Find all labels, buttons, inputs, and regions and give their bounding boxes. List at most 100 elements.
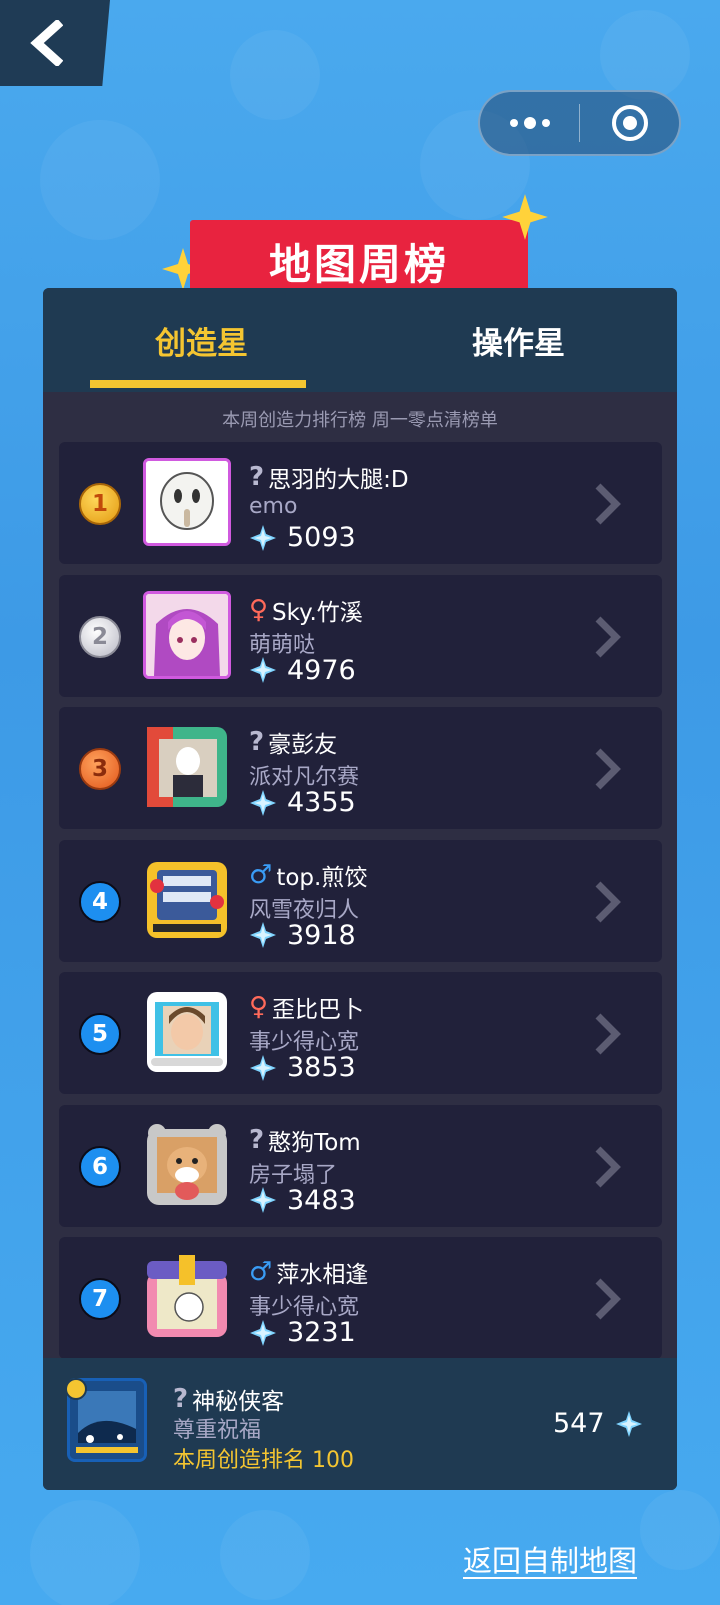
player-name: 豪彭友 — [268, 732, 338, 758]
rank-badge: 5 — [79, 1013, 121, 1055]
diamond-icon — [250, 922, 276, 948]
ranking-row[interactable]: 3 ? 豪彭友 派对凡尔赛 4355 — [59, 707, 662, 829]
target-circle-icon — [611, 105, 648, 141]
my-name-line: ? 神秘侠客 — [173, 1382, 284, 1416]
avatar — [143, 458, 231, 546]
avatar — [143, 1253, 231, 1341]
score: 5093 — [249, 522, 356, 553]
player-name: 歪比巴卜 — [272, 997, 365, 1023]
chevron-right-icon — [595, 616, 621, 657]
rank-badge: 6 — [79, 1145, 121, 1188]
back-button[interactable] — [0, 0, 110, 86]
player-name-line: ? 思羽的大腿:D — [249, 460, 409, 494]
shop-frame-avatar — [147, 1255, 227, 1337]
anime-girl-avatar — [146, 593, 228, 676]
score-value: 5093 — [287, 522, 356, 553]
score: 4976 — [249, 655, 356, 686]
player-name-line: ♀ 歪比巴卜 — [249, 990, 364, 1024]
ranking-row[interactable]: 4 ♂ top.煎饺 风雪夜归人 3918 — [59, 839, 662, 962]
player-name: 萍水相逢 — [276, 1262, 369, 1288]
leaderboard-panel: 创造星 操作星 本周创造力排行榜 周一零点清榜单 1 ? 思羽的大腿:D emo — [43, 288, 677, 1490]
my-name: 神秘侠客 — [192, 1389, 285, 1415]
gender-unknown-icon: ? — [173, 1384, 189, 1414]
score: 4355 — [249, 787, 356, 818]
player-name: 思羽的大腿:D — [268, 467, 409, 493]
player-name-line: ♂ top.煎饺 — [249, 858, 367, 892]
chevron-right-icon — [595, 748, 621, 790]
chevron-left-icon — [30, 20, 63, 66]
score: 3231 — [249, 1317, 356, 1348]
emoji-face-avatar — [146, 461, 228, 543]
ranking-row[interactable]: 2 ♀ Sky.竹溪 萌萌哒 4976 — [59, 574, 662, 697]
tv-frame-avatar — [147, 861, 227, 938]
score-value: 3231 — [287, 1317, 356, 1348]
rank-badge: 4 — [79, 880, 121, 923]
player-name: Sky.竹溪 — [272, 599, 363, 626]
star-right-icon — [502, 194, 548, 240]
rank-medal-silver: 2 — [79, 615, 121, 658]
score-value: 4976 — [287, 654, 356, 686]
tab-operator-star[interactable]: 操作星 — [360, 288, 677, 392]
ranking-row[interactable]: 5 ♀ 歪比巴卜 事少得心宽 3853 — [59, 972, 662, 1094]
player-name: 憨狗Tom — [268, 1129, 361, 1156]
score: 3483 — [249, 1185, 356, 1216]
gender-unknown-icon: ? — [249, 727, 265, 757]
chevron-right-icon — [595, 1013, 621, 1055]
avatar — [143, 590, 231, 679]
return-to-custom-maps-link[interactable]: 返回自制地图 — [463, 1538, 637, 1580]
gender-unknown-icon: ? — [249, 1124, 265, 1155]
my-map-name: 尊重祝福 — [173, 1418, 262, 1443]
gender-male-icon: ♂ — [249, 1257, 273, 1287]
gender-unknown-icon: ? — [249, 462, 265, 492]
block-frame-avatar — [147, 727, 227, 807]
diamond-icon — [250, 657, 276, 683]
online-dot — [65, 1378, 87, 1400]
avatar — [143, 723, 231, 811]
tab-creator-star[interactable]: 创造星 — [43, 288, 360, 392]
diamond-icon — [250, 789, 276, 816]
my-score-value: 547 — [553, 1408, 605, 1439]
score: 3918 — [249, 920, 356, 951]
rank-medal-gold: 1 — [79, 483, 121, 525]
diamond-icon — [250, 1319, 276, 1346]
diamond-icon — [615, 1410, 642, 1437]
score-value: 3918 — [287, 919, 356, 951]
mini-program-capsule — [478, 90, 681, 156]
my-score: 547 — [553, 1408, 643, 1439]
diamond-icon — [250, 1054, 276, 1081]
score-value: 4355 — [287, 787, 356, 818]
tab-bar: 创造星 操作星 — [43, 288, 677, 392]
close-program-button[interactable] — [580, 92, 679, 154]
gender-male-icon: ♂ — [249, 859, 273, 890]
diamond-icon — [250, 524, 276, 551]
more-dots-icon — [509, 117, 550, 129]
my-rank-text: 本周创造排名 100 — [173, 1448, 354, 1473]
my-rank-footer: ? 神秘侠客 尊重祝福 本周创造排名 100 547 — [43, 1358, 677, 1490]
gender-female-icon: ♀ — [249, 992, 269, 1022]
rank-badge: 7 — [79, 1278, 121, 1320]
rank-medal-bronze: 3 — [79, 748, 121, 790]
leaderboard-subtitle: 本周创造力排行榜 周一零点清榜单 — [222, 410, 498, 431]
player-name-line: ♂ 萍水相逢 — [249, 1255, 368, 1289]
ranking-row[interactable]: 7 ♂ 萍水相逢 事少得心宽 3231 — [59, 1237, 662, 1359]
chevron-right-icon — [595, 1278, 621, 1320]
player-name-line: ? 豪彭友 — [249, 725, 337, 759]
ranking-row[interactable]: 1 ? 思羽的大腿:D emo 5093 — [59, 442, 662, 564]
ranking-list: 1 ? 思羽的大腿:D emo 5093 2 ♀ Sky.竹溪 萌萌哒 4976… — [59, 442, 662, 1370]
chevron-right-icon — [595, 483, 621, 525]
more-button[interactable] — [480, 92, 579, 154]
child-photo-avatar — [147, 992, 227, 1072]
chevron-right-icon — [595, 1146, 621, 1187]
score-value: 3853 — [287, 1052, 356, 1083]
avatar — [143, 988, 231, 1076]
player-name: top.煎饺 — [276, 864, 368, 891]
ranking-row[interactable]: 6 ? 憨狗Tom 房子塌了 3483 — [59, 1104, 662, 1227]
gender-female-icon: ♀ — [249, 594, 269, 625]
avatar — [143, 856, 231, 944]
diamond-icon — [250, 1187, 276, 1213]
chevron-right-icon — [595, 881, 621, 922]
score-value: 3483 — [287, 1184, 356, 1216]
bear-frame-dog-avatar — [147, 1123, 227, 1205]
page-title: 地图周榜 — [268, 239, 449, 289]
player-name-line: ♀ Sky.竹溪 — [249, 593, 363, 627]
